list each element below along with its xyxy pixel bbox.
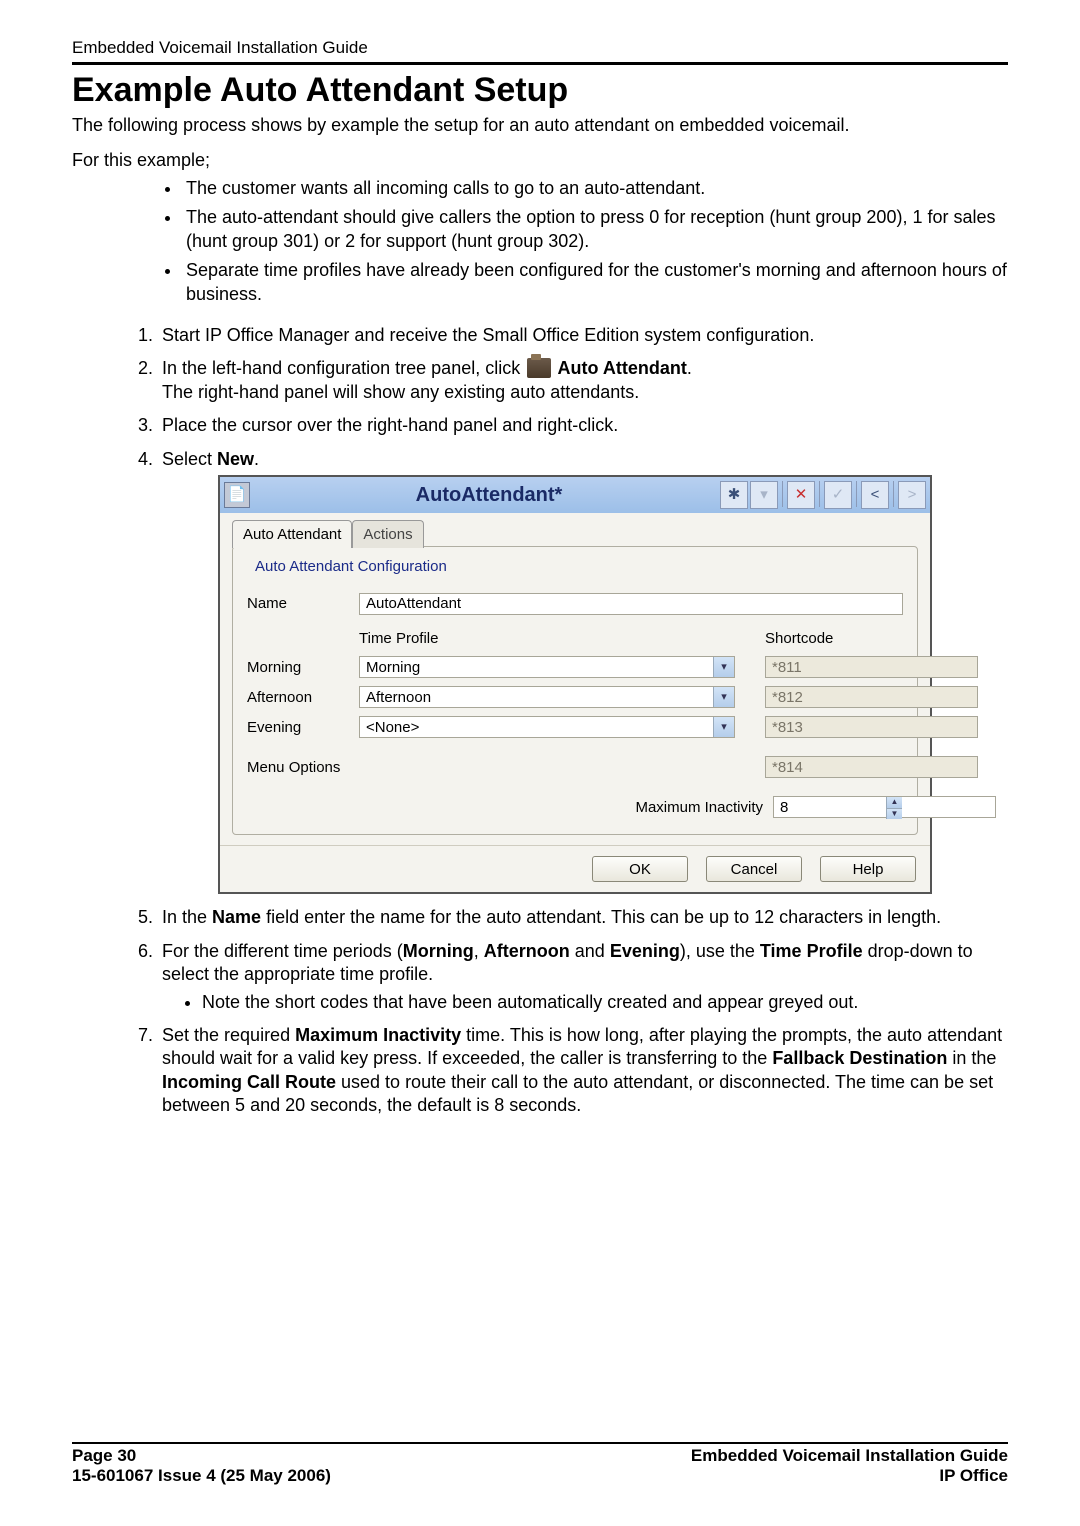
page-title: Example Auto Attendant Setup xyxy=(72,71,1008,110)
step-6-note: Note the short codes that have been auto… xyxy=(202,991,1008,1014)
afternoon-row: Afternoon ▾ xyxy=(247,686,903,708)
footer-page: Page 30 xyxy=(72,1446,136,1465)
header-rule xyxy=(72,62,1008,65)
document-page: Embedded Voicemail Installation Guide Ex… xyxy=(0,0,1080,1526)
morning-shortcode xyxy=(765,656,978,678)
check-icon[interactable]: ✓ xyxy=(824,481,852,509)
chevron-down-icon[interactable]: ▾ xyxy=(713,657,734,677)
spin-down-icon[interactable]: ▼ xyxy=(886,808,902,819)
footer-product: IP Office xyxy=(939,1466,1008,1485)
tab-auto-attendant[interactable]: Auto Attendant xyxy=(232,520,352,549)
row-label: Evening xyxy=(247,718,349,738)
name-row: Name xyxy=(247,593,903,615)
separator xyxy=(893,481,894,507)
tab-actions[interactable]: Actions xyxy=(352,520,423,549)
bullet-item: The auto-attendant should give callers t… xyxy=(182,206,1008,253)
name-label: Name xyxy=(247,594,349,614)
cancel-button[interactable]: Cancel xyxy=(706,856,802,882)
fieldset-legend: Auto Attendant Configuration xyxy=(251,557,451,577)
step-6: For the different time periods (Morning,… xyxy=(158,940,1008,1014)
footer-title: Embedded Voicemail Installation Guide xyxy=(691,1446,1008,1465)
prev-icon[interactable]: < xyxy=(861,481,889,509)
step-4: Select New. 📄 AutoAttendant* ✱ ▾ ✕ ✓ < xyxy=(158,448,1008,895)
separator xyxy=(819,481,820,507)
row-label: Morning xyxy=(247,658,349,678)
step-1: Start IP Office Manager and receive the … xyxy=(158,324,1008,347)
config-fieldset: Auto Attendant Configuration Name Time P… xyxy=(232,546,918,835)
evening-shortcode xyxy=(765,716,978,738)
tab-strip: Auto Attendant Actions xyxy=(232,519,918,548)
auto-attendant-dialog: 📄 AutoAttendant* ✱ ▾ ✕ ✓ < > xyxy=(218,475,932,895)
morning-row: Morning ▾ xyxy=(247,656,903,678)
menu-options-shortcode xyxy=(765,756,978,778)
max-inactivity-field[interactable] xyxy=(773,796,996,818)
afternoon-shortcode xyxy=(765,686,978,708)
menu-options-row: Menu Options xyxy=(247,756,903,778)
separator xyxy=(782,481,783,507)
intro-1: The following process shows by example t… xyxy=(72,114,1008,137)
titlebar-tools: ✱ ▾ ✕ ✓ < > xyxy=(720,481,926,509)
new-icon[interactable]: ✱ xyxy=(720,481,748,509)
dialog-body: Auto Attendant Actions Auto Attendant Co… xyxy=(220,513,930,846)
procedure-steps: Start IP Office Manager and receive the … xyxy=(72,324,1008,1118)
spinner-buttons[interactable]: ▲ ▼ xyxy=(886,797,902,817)
dialog-titlebar: 📄 AutoAttendant* ✱ ▾ ✕ ✓ < > xyxy=(220,477,930,513)
header-time-profile: Time Profile xyxy=(359,629,745,649)
ok-button[interactable]: OK xyxy=(592,856,688,882)
app-icon: 📄 xyxy=(224,482,250,508)
step-5: In the Name field enter the name for the… xyxy=(158,906,1008,929)
footer-rule xyxy=(72,1442,1008,1444)
next-icon[interactable]: > xyxy=(898,481,926,509)
menu-options-label: Menu Options xyxy=(247,758,745,778)
close-icon[interactable]: ✕ xyxy=(787,481,815,509)
column-headers: Time Profile Shortcode xyxy=(247,629,903,649)
evening-row: Evening ▾ xyxy=(247,716,903,738)
separator xyxy=(856,481,857,507)
header-shortcode: Shortcode xyxy=(745,629,903,649)
morning-time-profile-combo[interactable]: ▾ xyxy=(359,656,735,678)
combo-input[interactable] xyxy=(359,686,735,708)
dialog-title: AutoAttendant* xyxy=(258,482,720,508)
auto-attendant-icon xyxy=(527,358,551,378)
max-inactivity-spinner[interactable]: ▲ ▼ xyxy=(773,796,903,818)
combo-input[interactable] xyxy=(359,656,735,678)
row-label: Afternoon xyxy=(247,688,349,708)
help-button[interactable]: Help xyxy=(820,856,916,882)
spin-up-icon[interactable]: ▲ xyxy=(886,797,902,807)
evening-time-profile-combo[interactable]: ▾ xyxy=(359,716,735,738)
step-3: Place the cursor over the right-hand pan… xyxy=(158,414,1008,437)
max-inactivity-label: Maximum Inactivity xyxy=(635,798,763,818)
footer-doc-id: 15-601067 Issue 4 (25 May 2006) xyxy=(72,1466,331,1485)
running-header: Embedded Voicemail Installation Guide xyxy=(72,38,1008,58)
intro-bullets: The customer wants all incoming calls to… xyxy=(72,177,1008,306)
bullet-item: Separate time profiles have already been… xyxy=(182,259,1008,306)
name-field[interactable] xyxy=(359,593,903,615)
bullet-item: The customer wants all incoming calls to… xyxy=(182,177,1008,200)
step-6-sublist: Note the short codes that have been auto… xyxy=(162,991,1008,1014)
afternoon-time-profile-combo[interactable]: ▾ xyxy=(359,686,735,708)
step-7: Set the required Maximum Inactivity time… xyxy=(158,1024,1008,1118)
dialog-button-bar: OK Cancel Help xyxy=(220,845,930,892)
dropdown-icon[interactable]: ▾ xyxy=(750,481,778,509)
step-2: In the left-hand configuration tree pane… xyxy=(158,357,1008,404)
chevron-down-icon[interactable]: ▾ xyxy=(713,687,734,707)
page-footer: Page 30 15-601067 Issue 4 (25 May 2006) … xyxy=(72,1442,1008,1486)
intro-2: For this example; xyxy=(72,149,1008,172)
max-inactivity-row: Maximum Inactivity ▲ ▼ xyxy=(247,796,903,818)
combo-input[interactable] xyxy=(359,716,735,738)
chevron-down-icon[interactable]: ▾ xyxy=(713,717,734,737)
